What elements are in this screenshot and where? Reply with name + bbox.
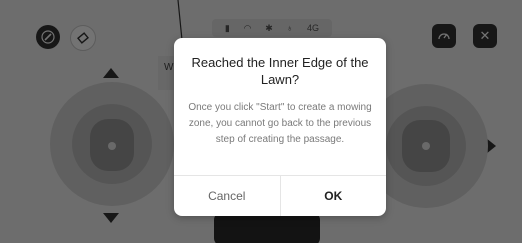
confirm-dialog: Reached the Inner Edge of the Lawn? Once… bbox=[174, 38, 386, 216]
cancel-button[interactable]: Cancel bbox=[174, 176, 281, 216]
dialog-actions: Cancel OK bbox=[174, 175, 386, 216]
dialog-title: Reached the Inner Edge of the Lawn? bbox=[191, 55, 369, 87]
dialog-message: Once you click "Start" to create a mowin… bbox=[188, 102, 372, 145]
mower-control-screen: ▮ ◠ ✱ ♁ 4G ✕ W Reached the Inner Edge of… bbox=[0, 0, 522, 243]
ok-button[interactable]: OK bbox=[281, 176, 387, 216]
